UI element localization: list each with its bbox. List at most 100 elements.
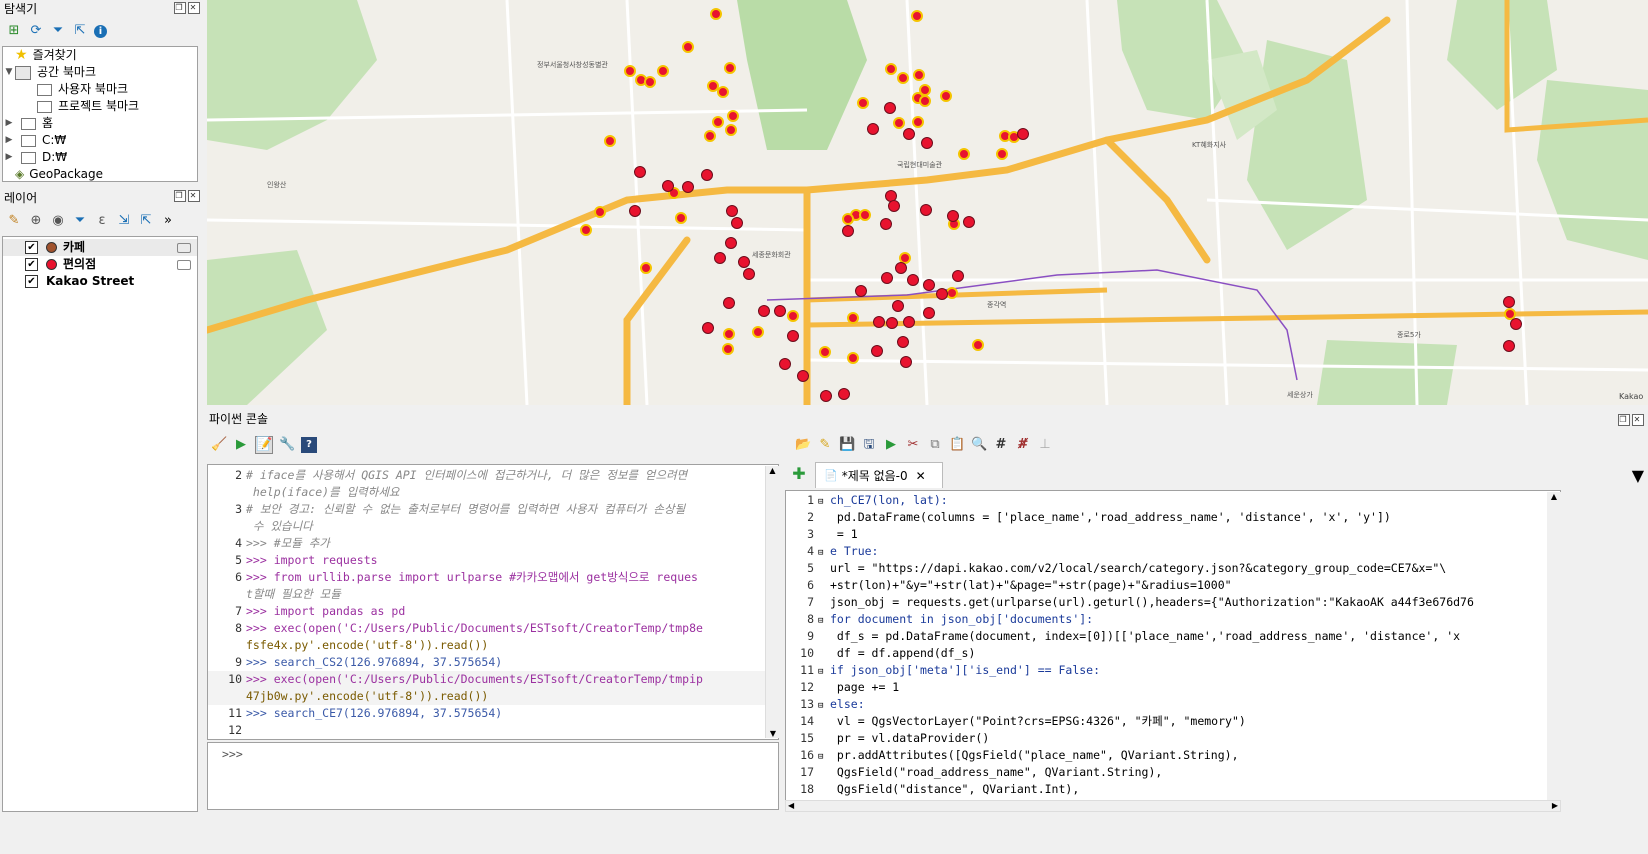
run-script-icon[interactable]: ▶ bbox=[883, 437, 899, 453]
cafe-marker[interactable] bbox=[727, 110, 739, 122]
cafe-marker[interactable] bbox=[640, 262, 652, 274]
float-icon[interactable]: ❐ bbox=[174, 2, 186, 14]
browser-item-project-bookmarks[interactable]: 프로젝트 북마크 bbox=[3, 98, 197, 115]
convenience-store-marker[interactable] bbox=[842, 225, 854, 237]
cafe-marker[interactable] bbox=[847, 352, 859, 364]
convenience-store-marker[interactable] bbox=[895, 262, 907, 274]
open-in-external-editor-icon[interactable]: ✎ bbox=[817, 437, 833, 453]
convenience-store-marker[interactable] bbox=[743, 268, 755, 280]
cafe-marker[interactable] bbox=[847, 312, 859, 324]
close-tab-icon[interactable]: ✕ bbox=[916, 469, 926, 483]
cafe-marker[interactable] bbox=[712, 116, 724, 128]
cafe-marker[interactable] bbox=[919, 95, 931, 107]
show-editor-icon[interactable]: 📝 bbox=[255, 436, 273, 454]
layer-checkbox[interactable]: ✔ bbox=[25, 258, 38, 271]
cafe-marker[interactable] bbox=[893, 117, 905, 129]
convenience-store-marker[interactable] bbox=[880, 218, 892, 230]
cafe-marker[interactable] bbox=[752, 326, 764, 338]
collapse-all-icon[interactable]: ⇱ bbox=[72, 23, 88, 39]
convenience-store-marker[interactable] bbox=[884, 102, 896, 114]
scroll-down-icon[interactable]: ▼ bbox=[766, 729, 780, 738]
panel-window-buttons[interactable]: ❐ ✕ bbox=[172, 190, 200, 202]
layer-row-cafe[interactable]: ✔ 카페 bbox=[3, 239, 197, 256]
convenience-store-marker[interactable] bbox=[921, 137, 933, 149]
cut-icon[interactable]: ✂ bbox=[905, 437, 921, 453]
paste-icon[interactable]: 📋 bbox=[949, 437, 965, 453]
convenience-store-marker[interactable] bbox=[1503, 296, 1515, 308]
add-group-icon[interactable]: ⊕ bbox=[28, 213, 44, 229]
cafe-marker[interactable] bbox=[710, 8, 722, 20]
close-icon[interactable]: ✕ bbox=[188, 190, 200, 202]
browser-item-geopackage[interactable]: ◈ GeoPackage bbox=[3, 166, 197, 181]
chevron-right-icon[interactable]: ▶ bbox=[3, 132, 15, 149]
help-icon[interactable]: ? bbox=[301, 437, 317, 453]
convenience-store-marker[interactable] bbox=[900, 356, 912, 368]
browser-item-favorites[interactable]: ★ 즐겨찾기 bbox=[3, 47, 197, 64]
uncomment-icon[interactable]: #̸ bbox=[1015, 437, 1031, 453]
layer-row-kakao-street[interactable]: ✔ Kakao Street bbox=[3, 273, 197, 290]
browser-item-spatial-bookmarks[interactable]: ▼ 공간 북마크 bbox=[3, 64, 197, 81]
cafe-marker[interactable] bbox=[580, 224, 592, 236]
editor-tab[interactable]: 📄 *제목 없음-0 ✕ bbox=[815, 462, 943, 488]
cafe-marker[interactable] bbox=[682, 41, 694, 53]
cafe-marker[interactable] bbox=[911, 10, 923, 22]
convenience-store-marker[interactable] bbox=[758, 305, 770, 317]
layer-checkbox[interactable]: ✔ bbox=[25, 275, 38, 288]
expand-all-icon[interactable]: ⇲ bbox=[116, 213, 132, 229]
close-icon[interactable]: ✕ bbox=[1632, 414, 1644, 426]
comment-icon[interactable]: # bbox=[993, 437, 1009, 453]
convenience-store-marker[interactable] bbox=[662, 180, 674, 192]
convenience-store-marker[interactable] bbox=[629, 205, 641, 217]
cafe-marker[interactable] bbox=[819, 346, 831, 358]
cafe-marker[interactable] bbox=[958, 148, 970, 160]
convenience-store-marker[interactable] bbox=[892, 300, 904, 312]
convenience-store-marker[interactable] bbox=[738, 256, 750, 268]
convenience-store-marker[interactable] bbox=[820, 390, 832, 402]
convenience-store-marker[interactable] bbox=[952, 270, 964, 282]
cafe-marker[interactable] bbox=[594, 206, 606, 218]
filter-icon[interactable]: ⏷ bbox=[72, 213, 88, 229]
expression-filter-icon[interactable]: ε bbox=[94, 213, 110, 229]
convenience-store-marker[interactable] bbox=[881, 272, 893, 284]
float-icon[interactable]: ❐ bbox=[1618, 414, 1630, 426]
convenience-store-marker[interactable] bbox=[774, 305, 786, 317]
editor-horizontal-scrollbar[interactable]: ◀ ▶ bbox=[785, 800, 1561, 812]
add-layer-icon[interactable]: ⊞ bbox=[6, 23, 22, 39]
panel-window-buttons[interactable]: ❐ ✕ bbox=[172, 2, 200, 14]
object-inspector-icon[interactable]: ⊥ bbox=[1037, 437, 1053, 453]
copy-icon[interactable]: ⧉ bbox=[927, 437, 943, 453]
browser-item-drive-d[interactable]: ▶ D:₩ bbox=[3, 149, 197, 166]
convenience-store-marker[interactable] bbox=[701, 169, 713, 181]
scroll-left-icon[interactable]: ◀ bbox=[788, 801, 794, 810]
cafe-marker[interactable] bbox=[704, 130, 716, 142]
cafe-marker[interactable] bbox=[787, 310, 799, 322]
convenience-store-marker[interactable] bbox=[886, 317, 898, 329]
convenience-store-marker[interactable] bbox=[903, 128, 915, 140]
convenience-store-marker[interactable] bbox=[1503, 340, 1515, 352]
cafe-marker[interactable] bbox=[717, 86, 729, 98]
layer-checkbox[interactable]: ✔ bbox=[25, 241, 38, 254]
cafe-marker[interactable] bbox=[857, 97, 869, 109]
convenience-store-marker[interactable] bbox=[871, 345, 883, 357]
convenience-store-marker[interactable] bbox=[682, 181, 694, 193]
float-icon[interactable]: ❐ bbox=[174, 190, 186, 202]
cafe-marker[interactable] bbox=[722, 343, 734, 355]
convenience-store-marker[interactable] bbox=[702, 322, 714, 334]
panel-window-buttons[interactable]: ❐ ✕ bbox=[1616, 414, 1644, 426]
cafe-marker[interactable] bbox=[657, 65, 669, 77]
run-command-icon[interactable]: ▶ bbox=[233, 437, 249, 453]
convenience-store-marker[interactable] bbox=[1510, 318, 1522, 330]
convenience-store-marker[interactable] bbox=[923, 279, 935, 291]
find-icon[interactable]: 🔍 bbox=[971, 437, 987, 453]
new-tab-icon[interactable]: ✚ bbox=[791, 466, 807, 482]
cafe-marker[interactable] bbox=[644, 76, 656, 88]
browser-item-home[interactable]: ▶ 홈 bbox=[3, 115, 197, 132]
convenience-store-marker[interactable] bbox=[855, 285, 867, 297]
cafe-marker[interactable] bbox=[913, 69, 925, 81]
cafe-marker[interactable] bbox=[859, 209, 871, 221]
refresh-icon[interactable]: ⟳ bbox=[28, 23, 44, 39]
convenience-store-marker[interactable] bbox=[907, 274, 919, 286]
cafe-marker[interactable] bbox=[724, 62, 736, 74]
convenience-store-marker[interactable] bbox=[634, 166, 646, 178]
convenience-store-marker[interactable] bbox=[963, 216, 975, 228]
